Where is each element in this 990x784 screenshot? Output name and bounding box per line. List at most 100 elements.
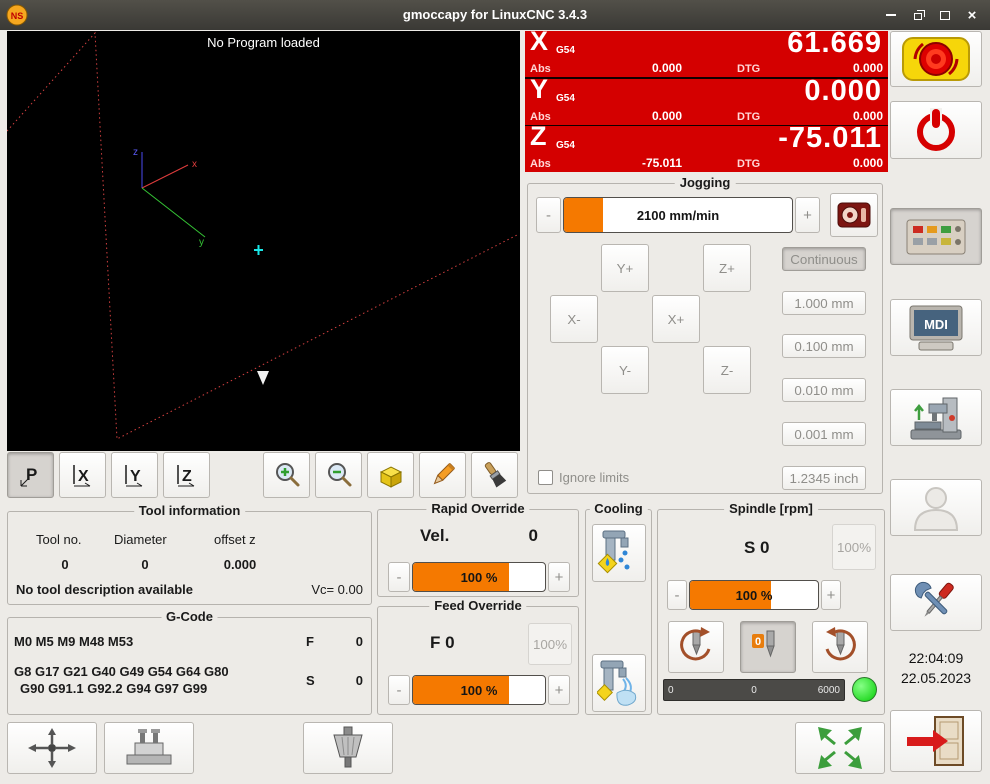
increment-0001mm-button[interactable]: 0.001 mm <box>782 422 866 446</box>
edit-program-button[interactable] <box>419 452 466 498</box>
settings-button[interactable] <box>890 574 982 631</box>
mist-coolant-button[interactable] <box>592 524 646 582</box>
jog-speed-plus-button[interactable]: + <box>795 197 820 233</box>
exit-button[interactable] <box>890 710 982 772</box>
increment-1mm-button[interactable]: 1.000 mm <box>782 291 866 315</box>
increment-continuous-button[interactable]: Continuous <box>782 247 866 271</box>
zoom-out-icon <box>324 460 354 490</box>
view-z-button[interactable]: Z <box>163 452 210 498</box>
close-button[interactable]: × <box>962 5 982 25</box>
show-dimensions-button[interactable] <box>367 452 414 498</box>
dro-axis-y[interactable]: Y G54 0.000 Abs 0.000 DTG 0.000 <box>525 79 888 125</box>
feed-plus-button[interactable]: + <box>548 675 570 705</box>
tool-information-title: Tool information <box>134 503 246 518</box>
manual-mode-button[interactable] <box>890 208 982 265</box>
spindle-plus-button[interactable]: + <box>821 580 841 610</box>
manual-panel-icon <box>905 216 967 258</box>
mdi-icon: MDI <box>907 304 965 352</box>
jog-speed-slider[interactable]: 2100 mm/min <box>563 197 793 233</box>
abs-value: 0.000 <box>565 109 682 123</box>
spindle-cw-button[interactable] <box>812 621 868 673</box>
maximize-button[interactable] <box>935 5 955 25</box>
maximize-icon <box>940 11 950 20</box>
fullscreen-arrows-icon <box>812 727 868 769</box>
view-z-icon: Z <box>172 460 202 490</box>
spindle-override-slider[interactable]: 100 % <box>689 580 819 610</box>
jog-z-plus-button[interactable]: Z+ <box>703 244 751 292</box>
jog-y-minus-button[interactable]: Y- <box>601 346 649 394</box>
jog-z-minus-button[interactable]: Z- <box>703 346 751 394</box>
rapid-override-slider[interactable]: 100 % <box>412 562 546 592</box>
estop-button[interactable] <box>890 31 982 87</box>
spindle-cw-icon <box>816 625 864 669</box>
checkbox-box[interactable] <box>538 470 553 485</box>
mdi-mode-button[interactable]: MDI <box>890 299 982 356</box>
s-label: S <box>306 673 315 688</box>
spindle-ccw-button[interactable] <box>668 621 724 673</box>
rapid-minus-button[interactable]: - <box>388 562 410 592</box>
jog-x-minus-button[interactable]: X- <box>550 295 598 343</box>
view-y-button[interactable]: Y <box>111 452 158 498</box>
tool-chuck-icon <box>320 725 376 771</box>
jog-speed-value: 2100 mm/min <box>637 208 719 223</box>
jogging-title: Jogging <box>675 175 736 190</box>
abs-value: -75.011 <box>565 156 682 170</box>
f-label: F <box>306 634 314 649</box>
titlebar[interactable]: NS gmoccapy for LinuxCNC 3.4.3 × <box>0 0 990 30</box>
clear-plot-button[interactable] <box>471 452 518 498</box>
feed-reset-button[interactable]: 100% <box>528 623 572 665</box>
view-x-button[interactable]: X <box>59 452 106 498</box>
flood-coolant-button[interactable] <box>592 654 646 712</box>
spindle-override-value: 100 % <box>736 588 773 603</box>
active-m-codes: M0 M5 M9 M48 M53 <box>14 634 133 649</box>
spindle-stop-button[interactable]: 0 <box>740 621 796 673</box>
spindle-reset-button[interactable]: 100% <box>832 524 876 570</box>
spindle-minus-button[interactable]: - <box>667 580 687 610</box>
feed-minus-button[interactable]: - <box>388 675 410 705</box>
increment-01mm-button[interactable]: 0.100 mm <box>782 334 866 358</box>
minimize-button[interactable] <box>881 5 901 25</box>
abs-label: Abs <box>530 158 551 170</box>
feed-override-title: Feed Override <box>429 598 526 613</box>
fullscreen-button[interactable] <box>795 722 885 774</box>
jog-speed-minus-button[interactable]: - <box>536 197 561 233</box>
restore-button[interactable] <box>908 5 928 25</box>
axis-rel-value: -75.011 <box>778 123 882 153</box>
tool-change-button[interactable] <box>303 722 393 774</box>
machine-on-button[interactable] <box>890 101 982 159</box>
zoom-in-button[interactable] <box>263 452 310 498</box>
auto-mode-button[interactable] <box>890 389 982 446</box>
exit-door-icon <box>905 714 967 768</box>
pencil-icon <box>428 460 458 490</box>
estop-icon <box>901 36 971 82</box>
handwheel-button[interactable] <box>830 193 878 237</box>
dtg-label: DTG <box>737 111 760 123</box>
dro-panel: X G54 61.669 Abs 0.000 DTG 0.000 Y G54 0… <box>525 31 888 172</box>
gremlin-preview[interactable]: No Program loaded z x y <box>7 31 520 451</box>
dtg-value: 0.000 <box>853 156 883 170</box>
zoom-out-button[interactable] <box>315 452 362 498</box>
coord-system-label: G54 <box>556 93 575 104</box>
feed-override-slider[interactable]: 100 % <box>412 675 546 705</box>
rapid-plus-button[interactable]: + <box>548 562 570 592</box>
dro-axis-z[interactable]: Z G54 -75.011 Abs -75.011 DTG 0.000 <box>525 126 888 172</box>
ignore-limits-checkbox[interactable]: Ignore limits <box>538 470 629 485</box>
jogging-panel: Jogging - 2100 mm/min + Y+ Z+ X- X+ Y- Z… <box>527 183 883 494</box>
cooling-panel: Cooling <box>585 509 652 715</box>
user-tabs-button[interactable] <box>890 479 982 536</box>
unit-toggle-button[interactable]: 1.2345 inch <box>782 466 866 490</box>
coord-system-label: G54 <box>556 45 575 56</box>
view-perspective-button[interactable]: P <box>7 452 54 498</box>
feed-label: F 0 <box>430 633 455 653</box>
vc-value: Vc= 0.00 <box>311 582 363 597</box>
preview-scene: z x y <box>7 31 520 451</box>
tool-position-marker <box>254 245 263 255</box>
jog-y-plus-button[interactable]: Y+ <box>601 244 649 292</box>
touch-off-button[interactable] <box>7 722 97 774</box>
no-program-message: No Program loaded <box>7 35 520 50</box>
tool-no-header: Tool no. <box>36 532 82 547</box>
jog-x-plus-button[interactable]: X+ <box>652 295 700 343</box>
block-height-button[interactable] <box>104 722 194 774</box>
dro-axis-x[interactable]: X G54 61.669 Abs 0.000 DTG 0.000 <box>525 31 888 77</box>
increment-001mm-button[interactable]: 0.010 mm <box>782 378 866 402</box>
